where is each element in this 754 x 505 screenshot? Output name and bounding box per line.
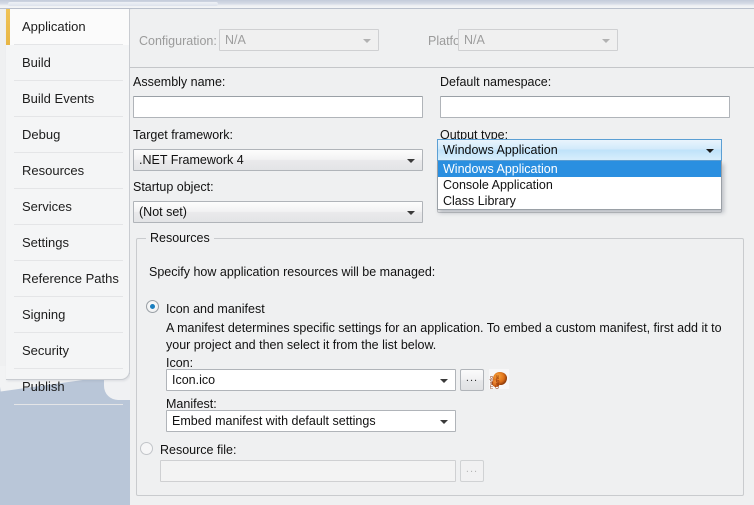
sidebar-item-label: Security — [22, 343, 69, 358]
sidebar-item-build[interactable]: Build — [6, 45, 129, 81]
icon-and-manifest-radio[interactable] — [146, 300, 159, 313]
resources-groupbox-title: Resources — [146, 231, 214, 245]
sidebar-divider — [14, 404, 123, 405]
chevron-down-icon — [407, 211, 415, 215]
icon-value: Icon.ico — [172, 373, 216, 387]
output-type-value: Windows Application — [443, 143, 558, 157]
sidebar-item-signing[interactable]: Signing — [6, 297, 129, 333]
sidebar-item-label: Resources — [22, 163, 85, 178]
chevron-down-icon — [706, 149, 714, 153]
sidebar-item-build-events[interactable]: Build Events — [6, 81, 129, 117]
sidebar-item-security[interactable]: Security — [6, 333, 129, 369]
sidebar-item-label: Debug — [22, 127, 61, 142]
icon-and-manifest-label: Icon and manifest — [166, 302, 265, 316]
output-type-dropdown[interactable]: Windows Application — [437, 139, 722, 161]
title-bar-gloss — [8, 2, 218, 6]
icon-browse-button[interactable]: ... — [460, 369, 484, 391]
resource-file-label: Resource file: — [160, 443, 237, 457]
startup-object-value: (Not set) — [139, 205, 187, 219]
target-framework-value: .NET Framework 4 — [139, 153, 244, 167]
configuration-label: Configuration: — [139, 34, 217, 48]
chevron-down-icon — [440, 379, 448, 383]
resources-description: Specify how application resources will b… — [149, 265, 436, 279]
sidebar-item-settings[interactable]: Settings — [6, 225, 129, 261]
chevron-down-icon — [440, 420, 448, 424]
sidebar-item-label: Signing — [22, 307, 66, 322]
sidebar-item-publish[interactable]: Publish — [6, 369, 129, 405]
assembly-name-label: Assembly name: — [133, 75, 226, 89]
startup-object-dropdown[interactable]: (Not set) — [133, 201, 423, 223]
resource-file-radio[interactable] — [140, 442, 153, 455]
target-framework-label: Target framework: — [133, 128, 234, 142]
manifest-value: Embed manifest with default settings — [172, 414, 376, 428]
platform-value: N/A — [464, 33, 485, 47]
default-namespace-field[interactable] — [440, 96, 730, 118]
chevron-down-icon — [602, 39, 610, 43]
configuration-value: N/A — [225, 33, 246, 47]
sidebar-item-resources[interactable]: Resources — [6, 153, 129, 189]
target-framework-dropdown[interactable]: .NET Framework 4 — [133, 149, 423, 171]
manifest-dropdown[interactable]: Embed manifest with default settings — [166, 410, 456, 432]
sidebar-item-label: Reference Paths — [22, 271, 119, 286]
output-type-option-console-application[interactable]: Console Application — [438, 177, 721, 193]
window-title-bar — [0, 0, 754, 9]
sidebar-item-label: Build Events — [22, 91, 95, 106]
sidebar-item-label: Build — [22, 55, 51, 70]
assembly-name-field[interactable] — [133, 96, 423, 118]
active-tab-accent — [6, 9, 10, 45]
resource-file-browse-button[interactable]: ... — [460, 460, 484, 482]
output-type-options-list: Windows Application Console Application … — [437, 161, 722, 210]
toolbar-separator — [130, 67, 754, 68]
output-type-option-windows-application[interactable]: Windows Application — [438, 161, 721, 177]
icon-preview-text: mario Game — [489, 375, 501, 389]
chevron-down-icon — [407, 159, 415, 163]
icon-and-manifest-help-line1: A manifest determines specific settings … — [166, 321, 722, 335]
default-namespace-label: Default namespace: — [440, 75, 552, 89]
sidebar-item-label: Services — [22, 199, 72, 214]
icon-preview-thumbnail: mario Game — [489, 369, 509, 389]
sidebar-item-services[interactable]: Services — [6, 189, 129, 225]
output-type-option-class-library[interactable]: Class Library — [438, 193, 721, 209]
icon-and-manifest-help-line2: your project and then select it from the… — [166, 338, 437, 352]
sidebar-item-debug[interactable]: Debug — [6, 117, 129, 153]
startup-object-label: Startup object: — [133, 180, 214, 194]
sidebar-item-application[interactable]: Application — [6, 9, 129, 45]
platform-dropdown[interactable]: N/A — [458, 29, 618, 51]
sidebar-item-reference-paths[interactable]: Reference Paths — [6, 261, 129, 297]
chevron-down-icon — [363, 39, 371, 43]
application-settings-pane: Configuration: N/A Platform: N/A Assembl… — [130, 10, 754, 505]
sidebar-item-label: Application — [22, 19, 86, 34]
sidebar-item-label: Publish — [22, 379, 65, 394]
icon-dropdown[interactable]: Icon.ico — [166, 369, 456, 391]
sidebar-item-label: Settings — [22, 235, 69, 250]
configuration-dropdown[interactable]: N/A — [219, 29, 379, 51]
resource-file-field[interactable] — [160, 460, 456, 482]
properties-sidebar: Application Build Build Events Debug Res… — [6, 9, 130, 405]
